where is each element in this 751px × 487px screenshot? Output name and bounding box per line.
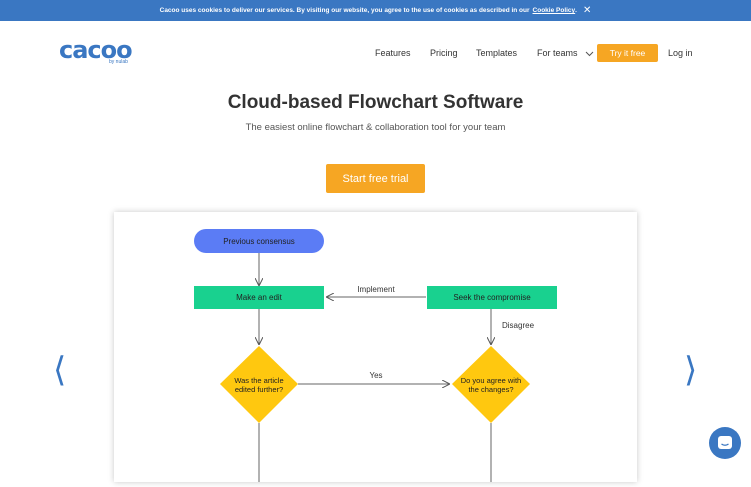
- nav-login[interactable]: Log in: [668, 44, 693, 62]
- node-edited-further-line2: edited further?: [235, 385, 283, 394]
- logo-subtext: by nulab: [109, 59, 128, 65]
- edge-label-disagree: Disagree: [502, 321, 535, 330]
- chat-widget-button[interactable]: [709, 427, 741, 459]
- flowchart-svg: Implement Disagree Yes Previous consensu…: [194, 229, 557, 482]
- flowchart-preview: Implement Disagree Yes Previous consensu…: [114, 212, 637, 482]
- nav-pricing[interactable]: Pricing: [430, 44, 458, 62]
- close-icon[interactable]: ✕: [583, 5, 591, 16]
- cookie-banner: Cacoo uses cookies to deliver our servic…: [0, 0, 751, 21]
- cookie-suffix: .: [575, 7, 577, 14]
- start-trial-button[interactable]: Start free trial: [326, 164, 425, 193]
- cookie-text: Cacoo uses cookies to deliver our servic…: [159, 7, 530, 14]
- nav-for-teams-label: For teams: [537, 48, 578, 58]
- nav-features[interactable]: Features: [375, 44, 411, 62]
- chevron-right-icon[interactable]: ⟩: [684, 353, 697, 387]
- edge-label-yes: Yes: [369, 371, 382, 380]
- logo[interactable]: cacoo by nulab: [59, 38, 139, 68]
- node-seek-compromise-label: Seek the compromise: [453, 293, 531, 302]
- cookie-policy-link[interactable]: Cookie Policy: [533, 7, 576, 14]
- node-previous-consensus-label: Previous consensus: [223, 237, 295, 246]
- node-agree-line2: the changes?: [468, 385, 513, 394]
- try-free-button[interactable]: Try it free: [597, 44, 658, 62]
- node-edited-further-line1: Was the article: [234, 376, 283, 385]
- chat-icon: [718, 436, 732, 449]
- chevron-left-icon[interactable]: ⟨: [53, 353, 66, 387]
- node-agree-line1: Do you agree with: [461, 376, 521, 385]
- chevron-down-icon: [585, 51, 594, 56]
- nav-templates[interactable]: Templates: [476, 44, 517, 62]
- edge-label-implement: Implement: [357, 285, 395, 294]
- node-make-an-edit-label: Make an edit: [236, 293, 283, 302]
- nav-for-teams[interactable]: For teams: [537, 44, 594, 62]
- page-subtitle: The easiest online flowchart & collabora…: [245, 122, 506, 133]
- page-title: Cloud-based Flowchart Software: [227, 92, 524, 113]
